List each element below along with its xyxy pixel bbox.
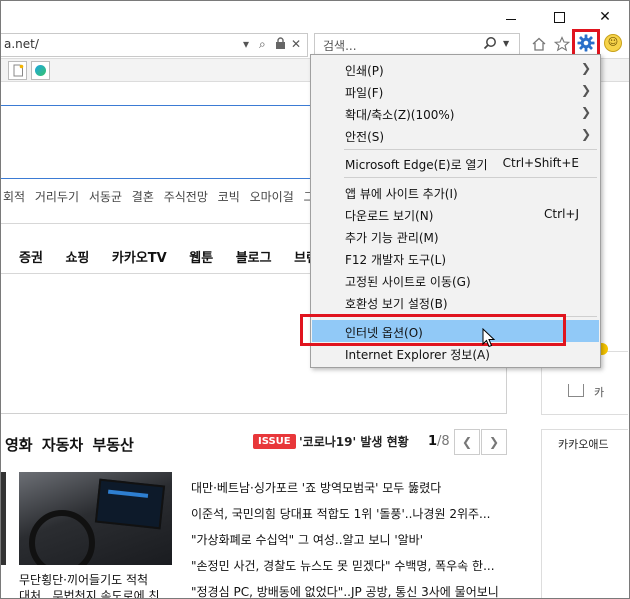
minimize-button[interactable] bbox=[497, 7, 525, 27]
menu-item-label: Microsoft Edge(E)로 열기 bbox=[345, 158, 488, 172]
side-widget-label: 카 bbox=[594, 386, 605, 399]
side-ad: 카카오애드 bbox=[541, 429, 628, 598]
trending-keywords[interactable]: 회적 거리두기 서동균 결혼 주식전망 코빅 오마이걸 그리드 bbox=[3, 188, 337, 205]
menu-item-label: 추가 기능 관리(M) bbox=[345, 231, 439, 245]
news-headline[interactable]: 이준석, 국민의힘 당대표 적합도 1위 '돌풍'..나경원 2위주... bbox=[191, 505, 490, 522]
pager-current: 1 bbox=[428, 434, 438, 449]
menu-item-label: 인쇄(P) bbox=[345, 64, 384, 78]
search-icon[interactable]: ⌕ bbox=[259, 37, 266, 52]
menu-separator bbox=[344, 149, 597, 150]
menu-item-pinned-sites[interactable]: 고정된 사이트로 이동(G) bbox=[312, 269, 599, 291]
nav-item[interactable]: 증권 bbox=[19, 251, 43, 266]
address-url: a.net/ bbox=[4, 37, 39, 51]
issue-badge: ISSUE bbox=[253, 434, 296, 449]
close-icon: ✕ bbox=[599, 9, 611, 25]
home-button[interactable] bbox=[528, 33, 550, 55]
address-bar[interactable]: a.net/ ▾ ⌕ ✕ bbox=[1, 33, 308, 57]
chevron-right-icon: ❯ bbox=[488, 435, 500, 449]
menu-item-devtools[interactable]: F12 개발자 도구(L) bbox=[312, 247, 599, 269]
close-button[interactable]: ✕ bbox=[591, 7, 619, 27]
issue-headline[interactable]: '코로나19' 발생 현황 bbox=[299, 433, 409, 450]
menu-item-shortcut: Ctrl+Shift+E bbox=[502, 156, 579, 170]
news-headline[interactable]: "정경심 PC, 방배동에 없었다"..JP 공방, 통신 3사에 물어보니 bbox=[191, 583, 499, 598]
side-ad-label: 카카오애드 bbox=[558, 438, 609, 451]
menu-item-zoom[interactable]: 확대/축소(Z)(100%) ❯ bbox=[312, 102, 599, 124]
search-input[interactable]: 검색... bbox=[323, 37, 357, 54]
menu-item-safety[interactable]: 안전(S) ❯ bbox=[312, 124, 599, 146]
edge-icon[interactable] bbox=[31, 61, 50, 80]
menu-item-label: 파일(F) bbox=[345, 86, 384, 100]
nav-item[interactable]: 카카오TV bbox=[112, 251, 167, 266]
news-headline[interactable]: "손정민 사건, 경찰도 뉴스도 못 믿겠다" 수백명, 폭우속 한... bbox=[191, 557, 495, 574]
menu-item-label: 호환성 보기 설정(B) bbox=[345, 297, 448, 311]
maximize-button[interactable] bbox=[545, 7, 573, 27]
menu-item-label: Internet Explorer 정보(A) bbox=[345, 348, 490, 362]
pager-indicator: 1/8 bbox=[428, 434, 450, 449]
favorites-button[interactable] bbox=[551, 33, 573, 55]
search-dropdown-icon[interactable]: ▼ bbox=[503, 39, 509, 48]
nav-item[interactable]: 웹툰 bbox=[189, 251, 213, 266]
chevron-right-icon: ❯ bbox=[580, 83, 591, 97]
menu-item-label: F12 개발자 도구(L) bbox=[345, 253, 447, 267]
news-thumbnail[interactable] bbox=[19, 472, 172, 565]
menu-item-file[interactable]: 파일(F) ❯ bbox=[312, 80, 599, 102]
search-icon[interactable] bbox=[483, 36, 497, 54]
menu-item-downloads[interactable]: 다운로드 보기(N) Ctrl+J bbox=[312, 203, 599, 225]
menu-item-open-edge[interactable]: Microsoft Edge(E)로 열기 Ctrl+Shift+E bbox=[312, 152, 599, 174]
nav-item[interactable]: 블로그 bbox=[236, 251, 272, 266]
caption-line: 무단횡단·끼어들기도 적척 bbox=[19, 573, 149, 587]
maximize-icon bbox=[553, 11, 565, 23]
home-icon bbox=[532, 37, 546, 51]
menu-item-print[interactable]: 인쇄(P) ❯ bbox=[312, 58, 599, 80]
feedback-smiley-icon[interactable]: ☺ bbox=[604, 34, 622, 52]
news-headline[interactable]: 대만·베트남·싱가포르 '죠 방역모범국' 모두 뚫렸다 bbox=[191, 479, 441, 496]
chevron-right-icon: ❯ bbox=[580, 105, 591, 119]
star-icon bbox=[554, 36, 570, 52]
menu-separator bbox=[344, 177, 597, 178]
gear-icon bbox=[577, 34, 595, 52]
menu-item-label: 앱 뷰에 사이트 추가(I) bbox=[345, 187, 458, 201]
chevron-right-icon: ❯ bbox=[580, 61, 591, 75]
chevron-left-icon: ❮ bbox=[461, 435, 473, 449]
service-nav: 증권 쇼핑 카카오TV 웹툰 블로그 브런치 bbox=[19, 247, 348, 266]
mouse-cursor-icon bbox=[482, 328, 496, 348]
cup-icon bbox=[568, 384, 584, 397]
thumbnail-edge bbox=[1, 472, 6, 565]
menu-item-label: 고정된 사이트로 이동(G) bbox=[345, 275, 471, 289]
menu-item-label: 안전(S) bbox=[345, 130, 385, 144]
new-page-icon[interactable] bbox=[8, 61, 27, 80]
thumbnail-caption[interactable]: 무단횡단·끼어들기도 적척 대처...무법천지 속도로에 친 bbox=[19, 572, 160, 599]
menu-item-label: 다운로드 보기(N) bbox=[345, 209, 434, 223]
menu-item-label: 확대/축소(Z)(100%) bbox=[345, 108, 455, 122]
lock-icon[interactable] bbox=[275, 37, 286, 52]
news-headline[interactable]: "가상화폐로 수십억" 그 여성..알고 보니 '알바' bbox=[191, 531, 423, 548]
annotation-highlight-box bbox=[300, 314, 566, 346]
menu-item-shortcut: Ctrl+J bbox=[544, 207, 579, 221]
chevron-right-icon: ❯ bbox=[580, 127, 591, 141]
divider bbox=[1, 273, 321, 274]
stop-icon[interactable]: ✕ bbox=[291, 37, 301, 51]
section-title[interactable]: 영화 자동차 부동산 bbox=[5, 434, 134, 455]
dropdown-icon[interactable]: ▾ bbox=[243, 37, 249, 51]
minimize-icon bbox=[506, 18, 516, 20]
menu-item-addons[interactable]: 추가 기능 관리(M) bbox=[312, 225, 599, 247]
menu-item-app-view[interactable]: 앱 뷰에 사이트 추가(I) bbox=[312, 181, 599, 203]
nav-item[interactable]: 쇼핑 bbox=[65, 251, 89, 266]
content-divider bbox=[1, 413, 506, 414]
tools-button[interactable] bbox=[572, 29, 600, 57]
next-button[interactable]: ❯ bbox=[481, 429, 507, 455]
browser-window: ✕ a.net/ ▾ ⌕ ✕ 검색... ▼ ☺ 회적 거리두기 서동균 결혼 … bbox=[0, 0, 630, 599]
divider bbox=[1, 223, 321, 224]
prev-button[interactable]: ❮ bbox=[454, 429, 480, 455]
caption-line: 대처...무법천지 속도로에 친 bbox=[19, 589, 160, 599]
menu-item-compat-view[interactable]: 호환성 보기 설정(B) bbox=[312, 291, 599, 313]
search-banner bbox=[1, 105, 321, 179]
pager-total: /8 bbox=[437, 434, 450, 449]
